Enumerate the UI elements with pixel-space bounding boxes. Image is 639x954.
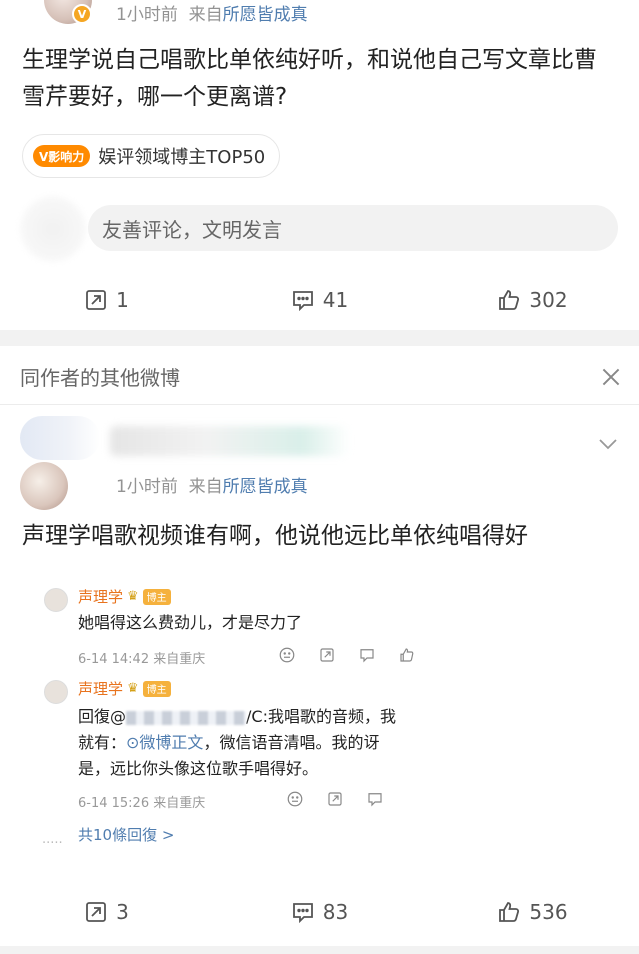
repost-count: 3: [116, 900, 129, 924]
influence-label: 娱评领域博主TOP50: [98, 147, 266, 168]
post-time: 1小时前: [116, 5, 178, 25]
like-count: 302: [529, 288, 568, 312]
reply-meta: 6-14 15:26 来自重庆: [78, 796, 206, 811]
reply-line3: 是，远比你头像这位歌手唱得好。: [78, 759, 319, 778]
comment-button[interactable]: 83: [213, 892, 426, 932]
comment-count: 41: [322, 288, 349, 312]
section-title: 同作者的其他微博: [20, 366, 180, 390]
emoji-icon[interactable]: [286, 790, 304, 808]
post-source[interactable]: 所愿皆成真: [223, 5, 308, 25]
crown-icon: ♛: [127, 681, 139, 696]
crown-icon: ♛: [127, 589, 139, 604]
section-separator: [0, 330, 639, 346]
like-count: 536: [529, 900, 568, 924]
like-button[interactable]: 536: [426, 892, 639, 932]
v-badge-icon: V: [72, 4, 92, 24]
reply-header: 声理学 ♛ 博主: [78, 586, 171, 607]
reply-meta: 6-14 14:42 来自重庆: [78, 652, 206, 667]
post2-source[interactable]: 所愿皆成真: [223, 477, 308, 497]
influence-chip[interactable]: V影响力 娱评领域博主TOP50: [22, 134, 281, 178]
comment-placeholder: 友善评论，文明发言: [102, 217, 282, 242]
reply-line2a: 就有：: [78, 733, 127, 752]
reply-avatar: [44, 680, 68, 704]
bottom-separator: [0, 946, 639, 954]
post2-body: 声理学唱歌视频谁有啊，他说他远比单依纯唱得好: [22, 523, 528, 549]
post2-time: 1小时前: [116, 477, 178, 497]
reply-icon[interactable]: [358, 646, 376, 664]
post2-from: 来自: [188, 477, 223, 497]
influence-badge: V影响力: [33, 145, 91, 167]
share-icon[interactable]: [318, 646, 336, 664]
repost-button[interactable]: 1: [0, 280, 213, 320]
weibo-link[interactable]: 微博正文: [139, 733, 203, 752]
embedded-replies: 声理学 ♛ 博主 她唱得这么费劲儿，才是尽力了 6-14 14:42 来自重庆 …: [36, 580, 428, 858]
reply-tag: 博主: [142, 680, 171, 697]
section-divider: [0, 404, 639, 405]
reply-tail: /C:我唱歌的音频，我: [246, 707, 396, 726]
post-actions: 1 41 302: [0, 280, 639, 320]
reply-text: 她唱得这么费劲儿，才是尽力了: [78, 613, 303, 632]
post-meta: 1小时前 来自所愿皆成真: [116, 0, 308, 25]
repost-icon: [86, 290, 107, 310]
like-icon: [499, 902, 520, 922]
reply-header: 声理学 ♛ 博主: [78, 678, 171, 699]
reply-text: 回復@ /C:我唱歌的音频，我 就有：⊙微博正文，微信语音清唱。我的讶 是，远比你…: [78, 704, 426, 782]
post2-meta: 1小时前 来自所愿皆成真: [116, 472, 308, 497]
comment-count: 83: [322, 900, 349, 924]
comment-input[interactable]: 友善评论，文明发言: [88, 205, 618, 251]
reply-line2b: ，微信语音清唱。我的讶: [203, 733, 380, 752]
commenter-avatar: [20, 196, 86, 262]
comment-button[interactable]: 41: [213, 280, 426, 320]
post-from: 来自: [188, 5, 223, 25]
comment-icon: [292, 291, 313, 312]
reply-avatar: [44, 588, 68, 612]
more-dots: ·····: [42, 836, 63, 851]
redacted-username: [126, 710, 247, 725]
reply-icon[interactable]: [366, 790, 384, 808]
author-avatar-2[interactable]: [20, 462, 68, 510]
reply-prefix: 回復@: [78, 707, 127, 726]
reply-actions: [286, 790, 384, 808]
repost-count: 1: [116, 288, 129, 312]
post2-actions: 3 83 536: [0, 892, 639, 932]
post-body: 生理学说自己唱歌比单依纯好听，和说他自己写文章比曹雪芹要好，哪一个更离谱?: [22, 47, 597, 110]
share-icon[interactable]: [326, 790, 344, 808]
repost-button[interactable]: 3: [0, 892, 213, 932]
reply-tag: 博主: [142, 588, 171, 605]
comment-icon: [292, 903, 313, 924]
chevron-down-icon[interactable]: [596, 432, 620, 456]
reply-actions: [278, 646, 416, 664]
author-name-redacted: [110, 426, 350, 456]
like-icon: [499, 290, 520, 310]
more-replies-link[interactable]: 共10條回復 >: [78, 824, 174, 845]
like-button[interactable]: 302: [426, 280, 639, 320]
repost-icon: [86, 902, 107, 922]
reply-author-name[interactable]: 声理学: [78, 586, 123, 607]
emoji-icon[interactable]: [278, 646, 296, 664]
close-icon[interactable]: [598, 364, 624, 390]
like-small-icon[interactable]: [398, 646, 416, 664]
author-header-decoration: [20, 416, 100, 460]
reply-author-name[interactable]: 声理学: [78, 678, 123, 699]
link-icon: ⊙: [126, 733, 140, 752]
